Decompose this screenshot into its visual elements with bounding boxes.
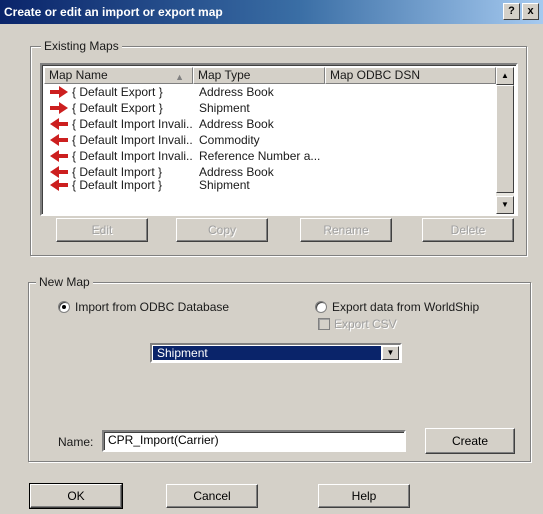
- map-dsn: [325, 132, 496, 148]
- map-dsn: [325, 148, 496, 164]
- import-odbc-radio[interactable]: [58, 301, 70, 313]
- scroll-up-icon[interactable]: ▲: [496, 67, 514, 85]
- scroll-thumb[interactable]: [496, 85, 514, 193]
- export-csv-checkbox[interactable]: [318, 318, 330, 330]
- existing-maps-label: Existing Maps: [41, 39, 122, 53]
- import-arrow-icon: [50, 150, 68, 162]
- map-dsn: [325, 100, 496, 116]
- map-type-dropdown[interactable]: Shipment ▼: [150, 343, 402, 363]
- export-worldship-label[interactable]: Export data from WorldShip: [332, 300, 479, 314]
- map-name: { Default Import }: [72, 178, 163, 192]
- scroll-down-icon[interactable]: ▼: [496, 196, 514, 214]
- column-header-label: Map Name: [49, 68, 108, 82]
- list-rows: { Default Export } Address Book { Defaul…: [44, 84, 496, 214]
- map-type: Reference Number a...: [199, 149, 321, 163]
- map-name: { Default Export }: [72, 101, 163, 115]
- chevron-down-icon[interactable]: ▼: [382, 346, 399, 360]
- map-name: { Default Import Invali...: [72, 149, 193, 163]
- list-item[interactable]: { Default Export } Shipment: [44, 100, 496, 116]
- delete-button[interactable]: Delete: [422, 218, 514, 242]
- map-name: { Default Export }: [72, 85, 163, 99]
- map-dsn: [325, 84, 496, 100]
- window-title: Create or edit an import or export map: [4, 5, 223, 19]
- column-header-map-name[interactable]: Map Name ▲: [44, 67, 193, 84]
- import-arrow-icon: [50, 179, 68, 191]
- import-odbc-label[interactable]: Import from ODBC Database: [75, 300, 229, 314]
- list-item[interactable]: { Default Import Invali... Commodity: [44, 132, 496, 148]
- name-label: Name:: [58, 435, 94, 449]
- rename-button[interactable]: Rename: [300, 218, 392, 242]
- map-name: { Default Import Invali...: [72, 117, 193, 131]
- title-bar: Create or edit an import or export map ?…: [0, 0, 543, 24]
- map-name: { Default Import Invali...: [72, 133, 193, 147]
- help-button[interactable]: Help: [318, 484, 410, 508]
- create-button[interactable]: Create: [425, 428, 515, 454]
- list-header: Map Name ▲ Map Type Map ODBC DSN: [44, 67, 496, 84]
- close-titlebar-button[interactable]: x: [522, 3, 539, 20]
- map-type: Shipment: [199, 178, 250, 192]
- import-arrow-icon: [50, 118, 68, 130]
- map-type: Address Book: [199, 85, 274, 99]
- export-csv-label: Export CSV: [334, 317, 397, 331]
- export-arrow-icon: [50, 86, 68, 98]
- dialog-window: Create or edit an import or export map ?…: [0, 0, 543, 514]
- map-name-input[interactable]: CPR_Import(Carrier): [102, 430, 406, 452]
- sort-up-icon: ▲: [175, 72, 184, 82]
- list-item[interactable]: { Default Export } Address Book: [44, 84, 496, 100]
- list-item[interactable]: { Default Import Invali... Address Book: [44, 116, 496, 132]
- copy-button[interactable]: Copy: [176, 218, 268, 242]
- map-type: Shipment: [199, 101, 250, 115]
- map-type-selected: Shipment: [153, 346, 381, 360]
- column-header-label: Map ODBC DSN: [330, 68, 421, 82]
- export-arrow-icon: [50, 102, 68, 114]
- map-type: Address Book: [199, 117, 274, 131]
- export-worldship-radio[interactable]: [315, 301, 327, 313]
- map-type: Commodity: [199, 133, 260, 147]
- map-dsn: [325, 116, 496, 132]
- list-item[interactable]: { Default Import } Shipment: [44, 177, 496, 193]
- column-header-map-odbc-dsn[interactable]: Map ODBC DSN: [325, 67, 496, 84]
- list-item[interactable]: { Default Import Invali... Reference Num…: [44, 148, 496, 164]
- map-dsn: [325, 177, 496, 193]
- vertical-scrollbar[interactable]: ▲ ▼: [496, 67, 514, 214]
- cancel-button[interactable]: Cancel: [166, 484, 258, 508]
- new-map-label: New Map: [36, 275, 93, 289]
- import-arrow-icon: [50, 134, 68, 146]
- edit-button[interactable]: Edit: [56, 218, 148, 242]
- column-header-map-type[interactable]: Map Type: [193, 67, 325, 84]
- maps-list[interactable]: Map Name ▲ Map Type Map ODBC DSN { Defau…: [40, 63, 518, 216]
- help-titlebar-button[interactable]: ?: [503, 3, 520, 20]
- column-header-label: Map Type: [198, 68, 251, 82]
- ok-button[interactable]: OK: [29, 483, 123, 509]
